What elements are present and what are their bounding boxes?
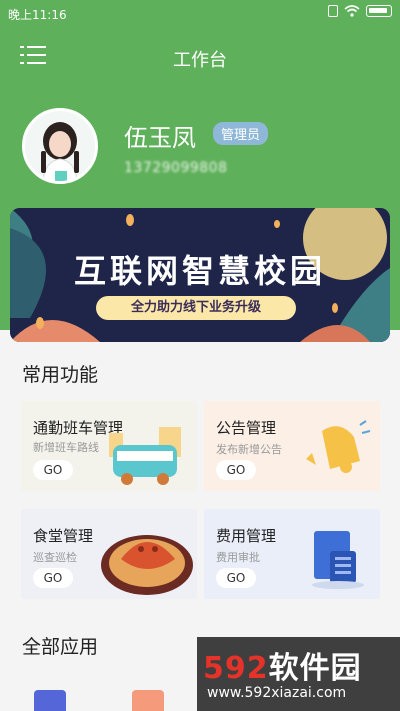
- watermark-brand: 592软件园: [203, 643, 362, 687]
- card-title: 公告管理: [216, 419, 277, 437]
- sim-icon: [328, 5, 338, 17]
- card-canteen-management[interactable]: 食堂管理 巡查巡检 GO: [21, 509, 197, 599]
- section-title-common: 常用功能: [22, 364, 99, 386]
- watermark-brand-number: 592: [203, 651, 269, 686]
- card-title: 食堂管理: [33, 527, 94, 545]
- card-subtitle: 发布新增公告: [216, 443, 282, 456]
- phone-number: 13729099808: [124, 160, 228, 176]
- status-bar: 晚上11:16: [0, 0, 400, 26]
- card-title: 费用管理: [216, 527, 277, 545]
- card-subtitle: 巡查巡检: [33, 551, 77, 564]
- app-building-icon[interactable]: [34, 690, 66, 711]
- card-announcement-management[interactable]: 公告管理 发布新增公告 GO: [204, 401, 380, 491]
- bus-icon: [109, 427, 181, 485]
- food-plate-icon: [101, 535, 193, 595]
- wifi-icon: [344, 5, 360, 17]
- document-icon: [312, 531, 364, 589]
- bell-icon: [306, 420, 371, 473]
- banner-title: 互联网智慧校园: [73, 252, 326, 290]
- section-title-all-apps: 全部应用: [22, 636, 99, 658]
- watermark: 592软件园 www.592xiazai.com: [197, 637, 400, 711]
- banner-subtitle: 全力助力线下业务升级: [96, 296, 296, 320]
- user-name: 伍玉凤: [124, 124, 196, 152]
- app-document-icon[interactable]: [132, 690, 164, 711]
- card-expense-management[interactable]: 费用管理 费用审批 GO: [204, 509, 380, 599]
- status-icons: [328, 5, 392, 17]
- status-time: 晚上11:16: [8, 8, 67, 22]
- card-bus-management[interactable]: 通勤班车管理 新增班车路线 GO: [21, 401, 197, 491]
- avatar[interactable]: [22, 108, 98, 184]
- role-badge: 管理员: [213, 122, 269, 145]
- avatar-image: [25, 111, 95, 181]
- battery-icon: [366, 5, 392, 17]
- card-subtitle: 新增班车路线: [33, 441, 99, 454]
- go-button[interactable]: GO: [216, 460, 256, 480]
- go-button[interactable]: GO: [33, 568, 73, 588]
- go-button[interactable]: GO: [33, 460, 73, 480]
- top-bar: 工作台: [0, 36, 400, 76]
- page-title: 工作台: [173, 50, 227, 71]
- go-button[interactable]: GO: [216, 568, 256, 588]
- banner[interactable]: 互联网智慧校园 全力助力线下业务升级: [10, 208, 390, 342]
- card-subtitle: 费用审批: [216, 551, 260, 564]
- watermark-brand-text: 软件园: [268, 651, 362, 686]
- watermark-url: www.592xiazai.com: [207, 685, 347, 701]
